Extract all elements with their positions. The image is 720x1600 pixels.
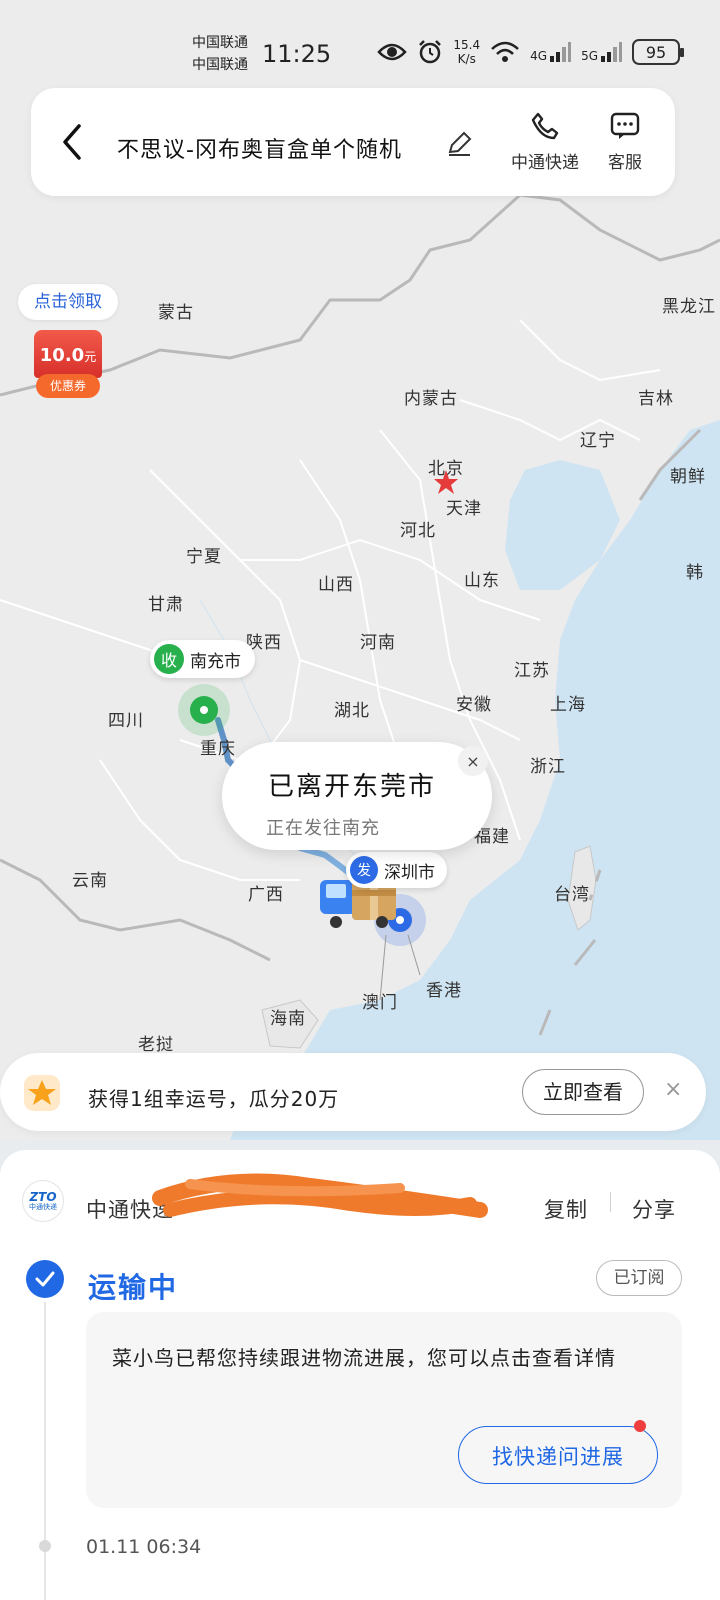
carrier-1: 中国联通 [192, 35, 248, 51]
place-label: 朝鲜 [670, 467, 706, 487]
bubble-close-button[interactable]: × [458, 746, 488, 776]
place-label: 澳门 [362, 993, 398, 1013]
call-courier-button[interactable]: 中通快递 [505, 110, 585, 173]
signal-4g-icon: 4G [530, 41, 572, 63]
place-label: 宁夏 [186, 547, 222, 567]
notice-text: 菜小鸟已帮您持续跟进物流进展，您可以点击查看详情 [112, 1346, 616, 1370]
bubble-sub-text: 正在发往南充 [266, 818, 380, 839]
chat-icon [610, 112, 640, 139]
back-icon[interactable] [59, 122, 87, 162]
sender-city: 深圳市 [384, 862, 435, 883]
place-label: 浙江 [530, 757, 566, 777]
signal-5g-label: 5G [581, 49, 598, 63]
zto-logo: ZTO 中通快递 [22, 1180, 64, 1222]
view-now-button[interactable]: 立即查看 [522, 1069, 644, 1115]
star-icon [24, 1075, 60, 1111]
place-label: 河北 [400, 521, 436, 541]
place-label: 四川 [108, 711, 144, 731]
net-speed-unit: K/s [457, 52, 476, 66]
customer-service-button[interactable]: 客服 [585, 110, 665, 173]
clock: 11:25 [262, 40, 332, 68]
place-label: 江苏 [514, 661, 550, 681]
carrier-2: 中国联通 [192, 57, 248, 73]
zto-logo-sub: 中通快递 [29, 1203, 57, 1211]
wifi-icon [491, 41, 519, 62]
check-icon [26, 1260, 64, 1298]
lucky-close-button[interactable]: × [664, 1077, 682, 1102]
customer-service-label: 客服 [608, 153, 642, 173]
place-label: 云南 [72, 871, 108, 891]
coupon-card[interactable]: 10.0元 优惠券 [34, 330, 102, 400]
header-card: 不思议-冈布奥盲盒单个随机 中通快递 客服 [31, 88, 675, 196]
place-label: 老挝 [138, 1035, 174, 1055]
place-label: 内蒙古 [404, 389, 458, 409]
place-label: 山东 [464, 571, 500, 591]
divider [610, 1192, 611, 1212]
status-bubble[interactable]: 已离开东莞市 正在发往南充 × [222, 742, 492, 850]
timeline-dot [39, 1540, 51, 1552]
coupon-label: 优惠券 [36, 374, 100, 398]
redaction-scribble [152, 1173, 488, 1218]
phone-icon [531, 112, 559, 140]
bubble-main-text: 已离开东莞市 [268, 772, 437, 802]
edit-icon[interactable] [445, 130, 473, 158]
place-label: 重庆 [200, 739, 236, 759]
place-label: 广西 [248, 885, 284, 905]
zto-logo-text: ZTO [29, 1190, 57, 1204]
net-speed: 15.4 K/s [453, 38, 480, 66]
place-label: 韩 [686, 563, 704, 583]
notice-card: 菜小鸟已帮您持续跟进物流进展，您可以点击查看详情 找快递问进展 [86, 1312, 682, 1508]
status-bar: 中国联通 中国联通 11:25 15.4 K/s 4G 5G 95 [0, 0, 720, 80]
lucky-text: 获得1组幸运号，瓜分20万 [88, 1087, 340, 1111]
place-label: 天津 [446, 499, 482, 519]
place-label: 湖北 [334, 701, 370, 721]
lucky-banner: 获得1组幸运号，瓜分20万 立即查看 × [0, 1053, 706, 1131]
page-title: 不思议-冈布奥盲盒单个随机 [117, 138, 402, 163]
event-timestamp: 01.11 06:34 [86, 1536, 202, 1558]
coupon-amount: 10.0元 [34, 330, 102, 378]
receiver-marker[interactable]: 收 南充市 [150, 640, 255, 678]
place-label: 山西 [318, 575, 354, 595]
shipment-state: 运输中 [88, 1271, 179, 1304]
ask-progress-button[interactable]: 找快递问进展 [458, 1426, 658, 1484]
signal-4g-label: 4G [530, 49, 548, 63]
place-label: 蒙古 [158, 303, 194, 323]
net-speed-value: 15.4 [453, 38, 481, 52]
claim-coupon-button[interactable]: 点击领取 [18, 284, 118, 320]
signal-5g-icon: 5G [581, 41, 622, 63]
place-label: 黑龙江 [662, 297, 716, 317]
sender-badge: 发 [350, 856, 378, 884]
place-label: 甘肃 [148, 595, 184, 615]
place-label: 河南 [360, 633, 396, 653]
status-icons: 15.4 K/s 4G 5G 95 [377, 38, 684, 66]
subscribed-button[interactable]: 已订阅 [596, 1260, 682, 1296]
place-label: 北京 [428, 459, 464, 479]
place-label: 海南 [270, 1009, 306, 1029]
place-label: 辽宁 [580, 431, 616, 451]
receiver-badge: 收 [154, 644, 184, 674]
carrier-names: 中国联通 中国联通 [192, 32, 248, 76]
timeline-line [44, 1302, 46, 1600]
tracking-sheet: ZTO 中通快递 中通快递 复制 分享 运输中 已订阅 菜小鸟已帮您持续跟进物流… [0, 1150, 720, 1600]
place-label: 台湾 [554, 885, 590, 905]
place-label: 香港 [426, 981, 462, 1001]
place-label: 吉林 [638, 389, 674, 409]
place-label: 安徽 [456, 695, 492, 715]
notification-dot [634, 1420, 646, 1432]
place-label: 上海 [550, 695, 586, 715]
copy-button[interactable]: 复制 [544, 1194, 588, 1224]
call-courier-label: 中通快递 [511, 153, 579, 173]
alarm-icon [419, 40, 442, 64]
sender-marker[interactable]: 发 深圳市 [346, 852, 447, 888]
coupon-amount-value: 10.0 [39, 345, 85, 366]
eye-icon [377, 43, 408, 61]
coupon-unit: 元 [84, 350, 97, 364]
receiver-city: 南充市 [190, 651, 241, 672]
share-button[interactable]: 分享 [632, 1194, 676, 1224]
battery-icon: 95 [632, 39, 684, 65]
